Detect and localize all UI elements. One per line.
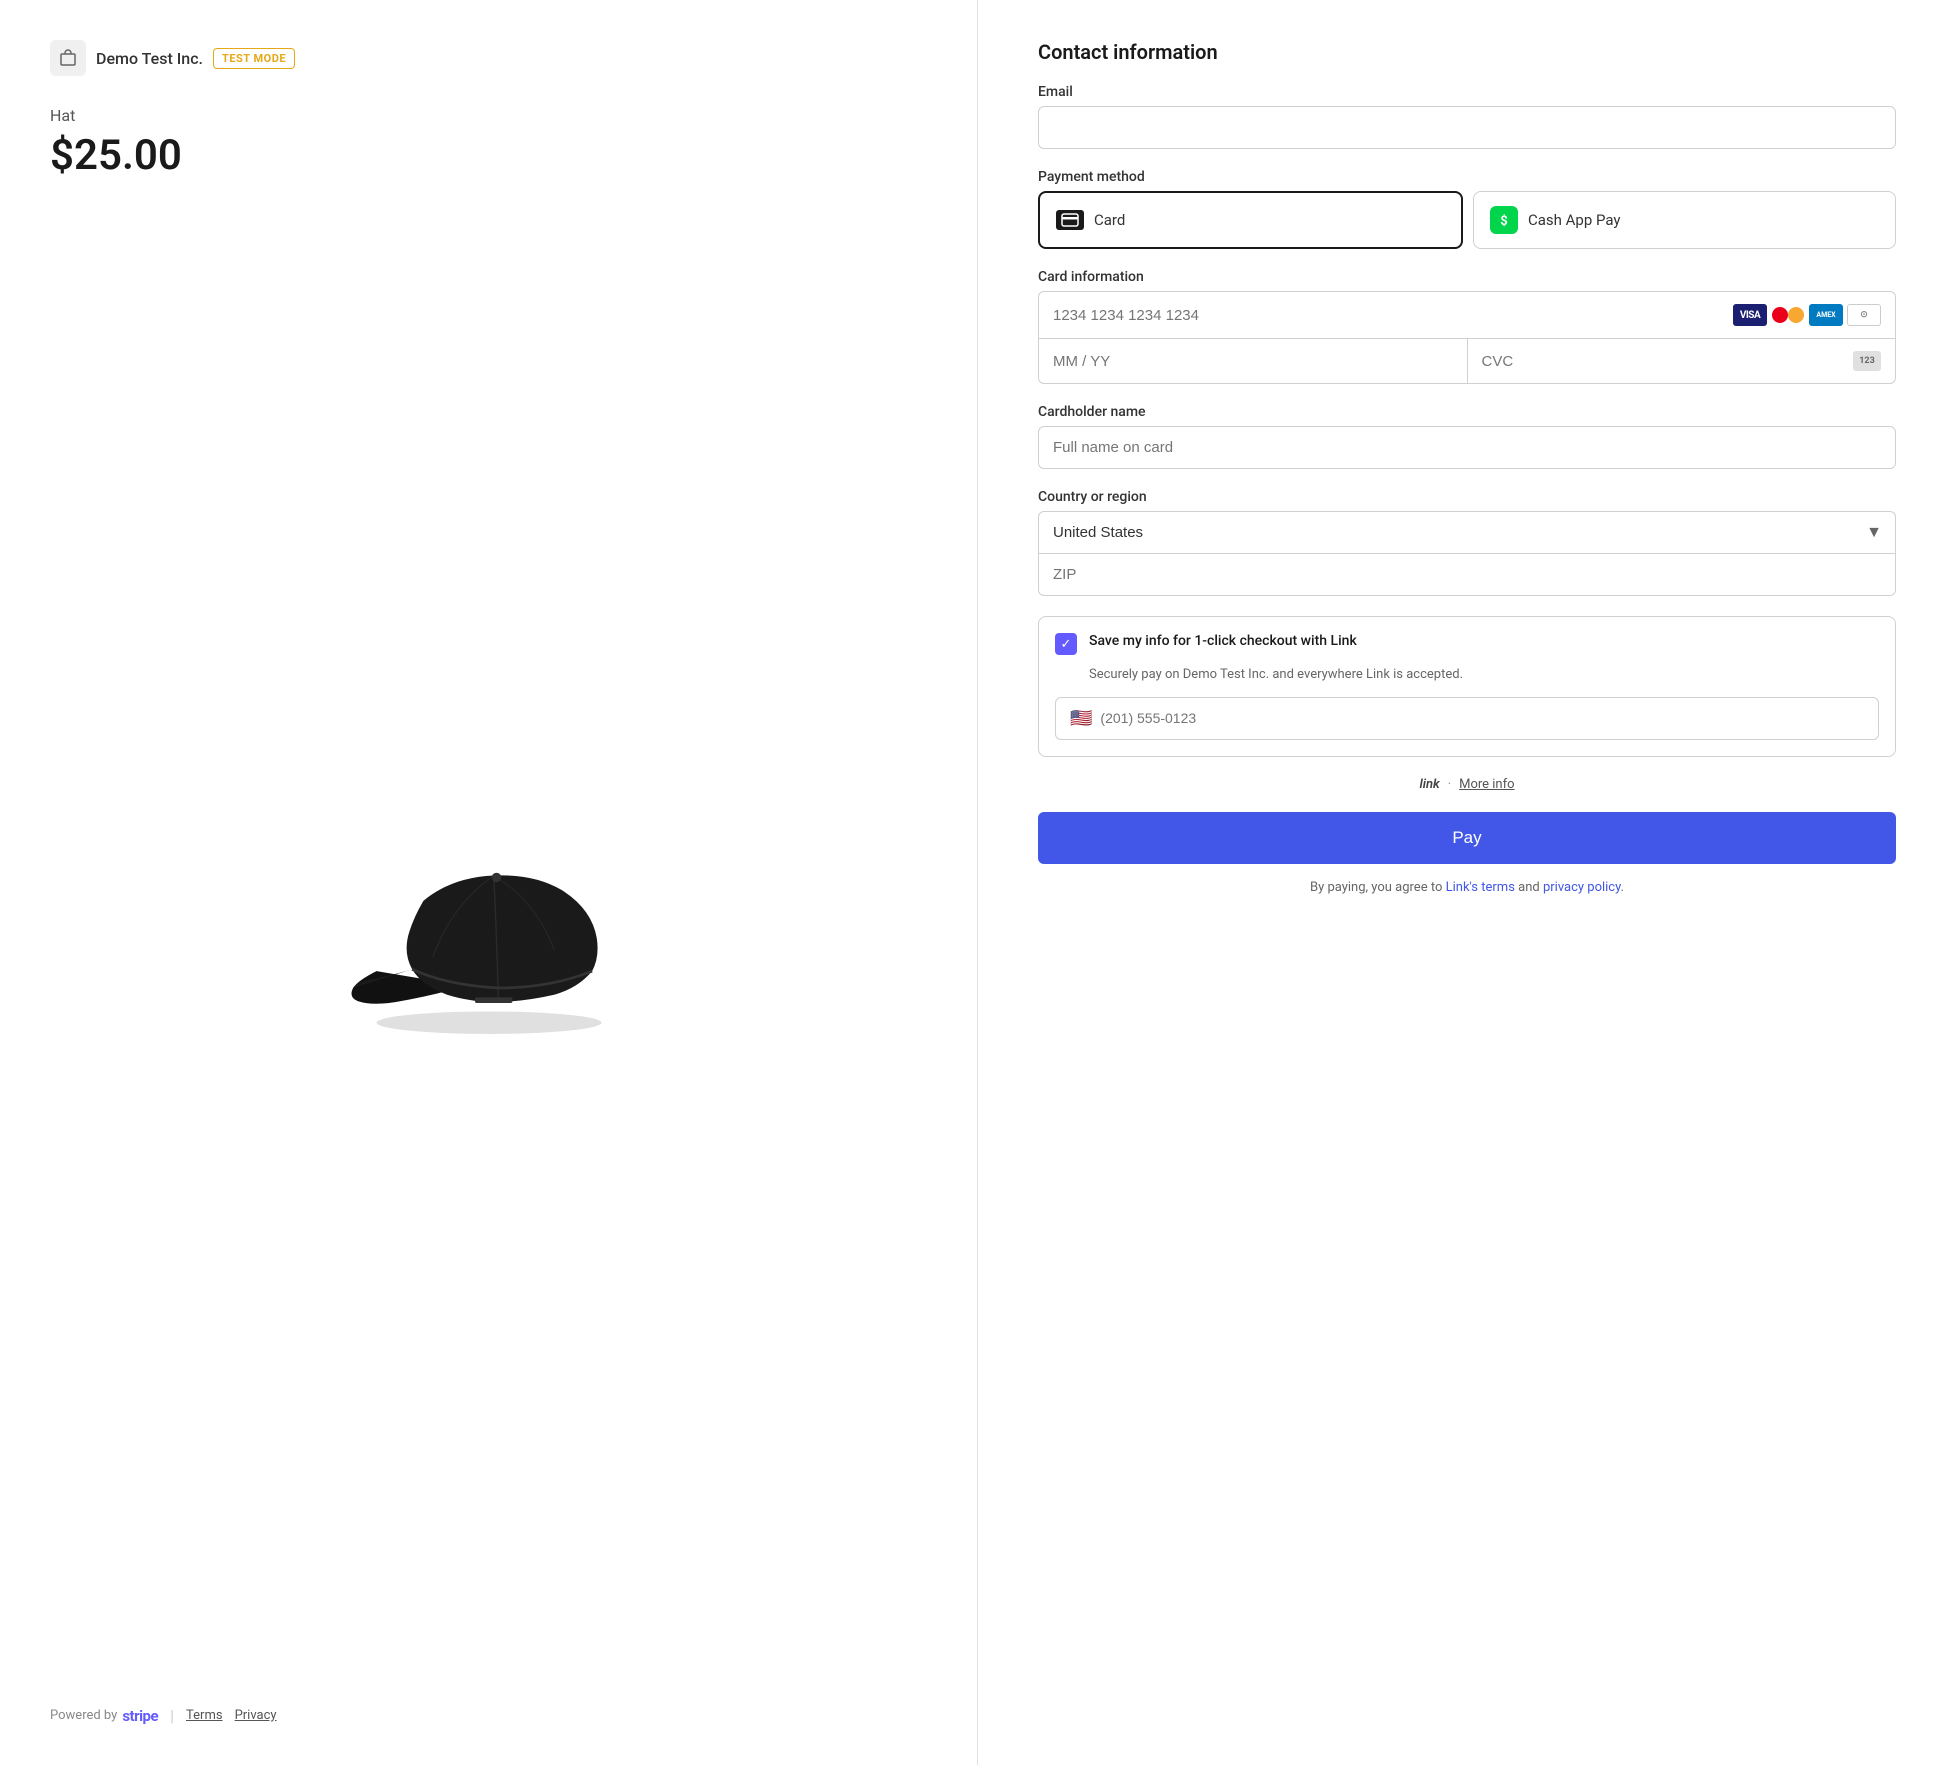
test-mode-badge: TEST MODE [213,48,295,69]
mastercard-icon [1771,304,1805,326]
country-label: Country or region [1038,489,1896,505]
phone-input-row: 🇺🇸 [1055,697,1879,740]
card-expiry-input[interactable] [1039,339,1468,383]
card-brand-icons: VISA AMEX ⊙ [1733,304,1881,326]
checkmark-icon[interactable]: ✓ [1055,633,1077,655]
diners-icon: ⊙ [1847,304,1881,326]
card-number-input[interactable] [1053,307,1733,324]
cardholder-label: Cardholder name [1038,404,1896,420]
card-tab-label: Card [1094,211,1125,229]
save-info-text: Save my info for 1-click checkout with L… [1089,633,1357,649]
hat-image [50,210,927,1676]
payment-method-section: Payment method Card $ Cash App Pay [1038,169,1896,249]
card-tab-icon [1056,210,1084,230]
merchant-header: Demo Test Inc. TEST MODE [50,40,927,76]
country-field-group: Country or region United States ▼ [1038,489,1896,596]
stripe-logo: stripe [122,1707,158,1725]
powered-by-text: Powered by stripe [50,1707,158,1725]
merchant-icon [50,40,86,76]
product-name: Hat [50,106,927,125]
link-brand: link [1419,777,1439,792]
tab-card[interactable]: Card [1038,191,1463,249]
country-select[interactable]: United States [1038,511,1896,553]
contact-section-title: Contact information [1038,40,1896,64]
svg-text:$: $ [1500,214,1507,229]
cardholder-input[interactable] [1038,426,1896,469]
payment-method-label: Payment method [1038,169,1896,185]
left-footer: Powered by stripe | Terms Privacy [50,1676,927,1725]
amex-icon: AMEX [1809,304,1843,326]
flag-icon: 🇺🇸 [1070,708,1092,729]
more-info-link[interactable]: More info [1459,777,1514,792]
merchant-name: Demo Test Inc. [96,49,203,68]
right-panel: Contact information Email Payment method… [978,0,1956,1765]
cashapp-tab-label: Cash App Pay [1528,211,1621,229]
pay-button[interactable]: Pay [1038,812,1896,864]
card-info-section: Card information VISA AMEX ⊙ 123 [1038,269,1896,384]
card-bottom-row: 123 [1038,338,1896,384]
footer-divider: | [170,1706,174,1725]
terms-suffix: . [1621,880,1624,895]
terms-link[interactable]: Terms [186,1708,223,1723]
cashapp-tab-icon: $ [1490,206,1518,234]
links-terms-link[interactable]: Link's terms [1446,880,1515,895]
country-select-wrapper: United States ▼ [1038,511,1896,553]
payment-tabs: Card $ Cash App Pay [1038,191,1896,249]
cardholder-field-group: Cardholder name [1038,404,1896,469]
email-field-group: Email [1038,84,1896,149]
card-cvc-row: 123 [1468,339,1896,383]
privacy-policy-link[interactable]: privacy policy [1543,880,1621,895]
privacy-link[interactable]: Privacy [235,1708,277,1723]
left-panel: Demo Test Inc. TEST MODE Hat $25.00 [0,0,978,1765]
link-dot: · [1448,777,1451,792]
cvc-icon: 123 [1853,351,1881,371]
link-footer: link · More info [1038,777,1896,792]
terms-prefix: By paying, you agree to [1310,880,1442,895]
save-info-description: Securely pay on Demo Test Inc. and every… [1089,665,1879,685]
email-input[interactable] [1038,106,1896,149]
save-info-header: ✓ Save my info for 1-click checkout with… [1055,633,1879,655]
card-cvc-input[interactable] [1482,353,1854,370]
visa-icon: VISA [1733,304,1767,326]
phone-input[interactable] [1100,710,1864,726]
tab-cashapp[interactable]: $ Cash App Pay [1473,191,1896,249]
card-number-row: VISA AMEX ⊙ [1038,291,1896,338]
zip-input[interactable] [1038,553,1896,596]
product-price: $25.00 [50,131,927,180]
terms-and: and [1518,880,1543,895]
card-info-label: Card information [1038,269,1896,285]
terms-text: By paying, you agree to Link's terms and… [1038,878,1896,898]
email-label: Email [1038,84,1896,100]
save-info-box: ✓ Save my info for 1-click checkout with… [1038,616,1896,757]
